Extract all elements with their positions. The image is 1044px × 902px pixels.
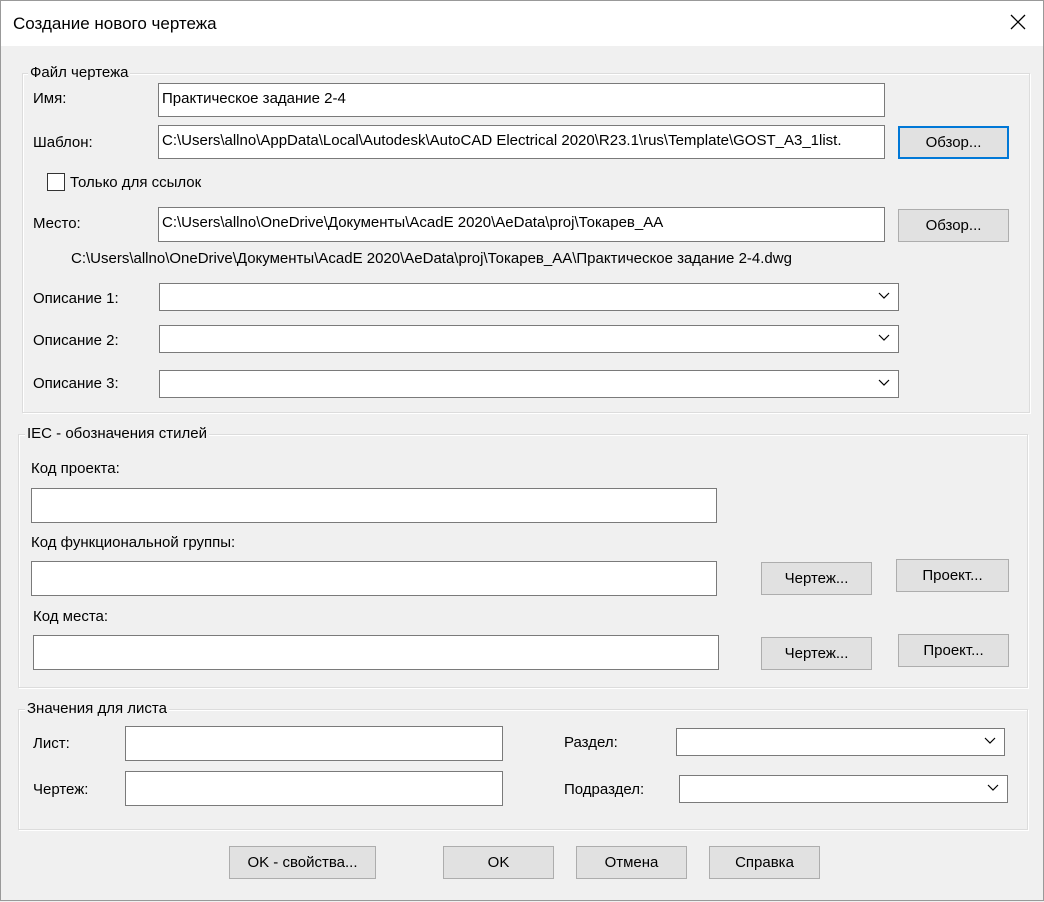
chevron-down-icon	[878, 379, 890, 386]
desc1-combo[interactable]	[159, 283, 899, 311]
template-field[interactable]: C:\Users\allno\AppData\Local\Autodesk\Au…	[158, 125, 885, 159]
location-code-drawing-button[interactable]: Чертеж...	[761, 637, 872, 670]
sheet-group-legend: Значения для листа	[25, 700, 169, 717]
title-bar: Создание нового чертежа	[0, 0, 1044, 46]
desc3-label: Описание 3:	[33, 375, 119, 392]
desc2-label: Описание 2:	[33, 332, 119, 349]
chevron-down-icon	[987, 784, 999, 791]
cancel-button[interactable]: Отмена	[576, 846, 687, 879]
func-group-label: Код функциональной группы:	[31, 534, 236, 551]
ok-button[interactable]: OK	[443, 846, 554, 879]
sheet-label: Лист:	[33, 735, 70, 752]
location-code-project-button[interactable]: Проект...	[898, 634, 1009, 667]
file-group	[22, 73, 1030, 413]
func-group-project-button[interactable]: Проект...	[896, 559, 1009, 592]
func-group-drawing-button[interactable]: Чертеж...	[761, 562, 872, 595]
section-combo[interactable]	[676, 728, 1005, 756]
project-code-label: Код проекта:	[31, 460, 120, 477]
drawing-label: Чертеж:	[33, 781, 89, 798]
location-label: Место:	[33, 215, 81, 232]
project-code-field[interactable]	[31, 488, 717, 523]
refs-only-checkbox[interactable]	[47, 173, 65, 191]
name-label: Имя:	[33, 90, 67, 107]
iec-group-legend: IEC - обозначения стилей	[25, 425, 209, 442]
subsection-label: Подраздел:	[564, 781, 645, 798]
browse-template-button[interactable]: Обзор...	[898, 126, 1009, 159]
desc1-label: Описание 1:	[33, 290, 119, 307]
ok-properties-button[interactable]: OK - свойства...	[229, 846, 376, 879]
template-label: Шаблон:	[33, 134, 93, 151]
section-label: Раздел:	[564, 734, 618, 751]
location-code-field[interactable]	[33, 635, 719, 670]
file-group-legend: Файл чертежа	[28, 64, 131, 81]
func-group-field[interactable]	[31, 561, 717, 596]
sheet-field[interactable]	[125, 726, 503, 761]
chevron-down-icon	[878, 334, 890, 341]
drawing-field[interactable]	[125, 771, 503, 806]
desc3-combo[interactable]	[159, 370, 899, 398]
chevron-down-icon	[878, 292, 890, 299]
help-button[interactable]: Справка	[709, 846, 820, 879]
close-icon[interactable]	[1007, 11, 1029, 33]
desc2-combo[interactable]	[159, 325, 899, 353]
location-code-label: Код места:	[33, 608, 109, 625]
location-field[interactable]: C:\Users\allno\OneDrive\Документы\AcadE …	[158, 207, 885, 242]
window-title: Создание нового чертежа	[13, 14, 217, 33]
refs-only-label: Только для ссылок	[70, 174, 202, 191]
subsection-combo[interactable]	[679, 775, 1008, 803]
name-field[interactable]: Практическое задание 2-4	[158, 83, 885, 117]
full-path-text: C:\Users\allno\OneDrive\Документы\AcadE …	[71, 250, 792, 267]
browse-location-button[interactable]: Обзор...	[898, 209, 1009, 242]
chevron-down-icon	[984, 737, 996, 744]
